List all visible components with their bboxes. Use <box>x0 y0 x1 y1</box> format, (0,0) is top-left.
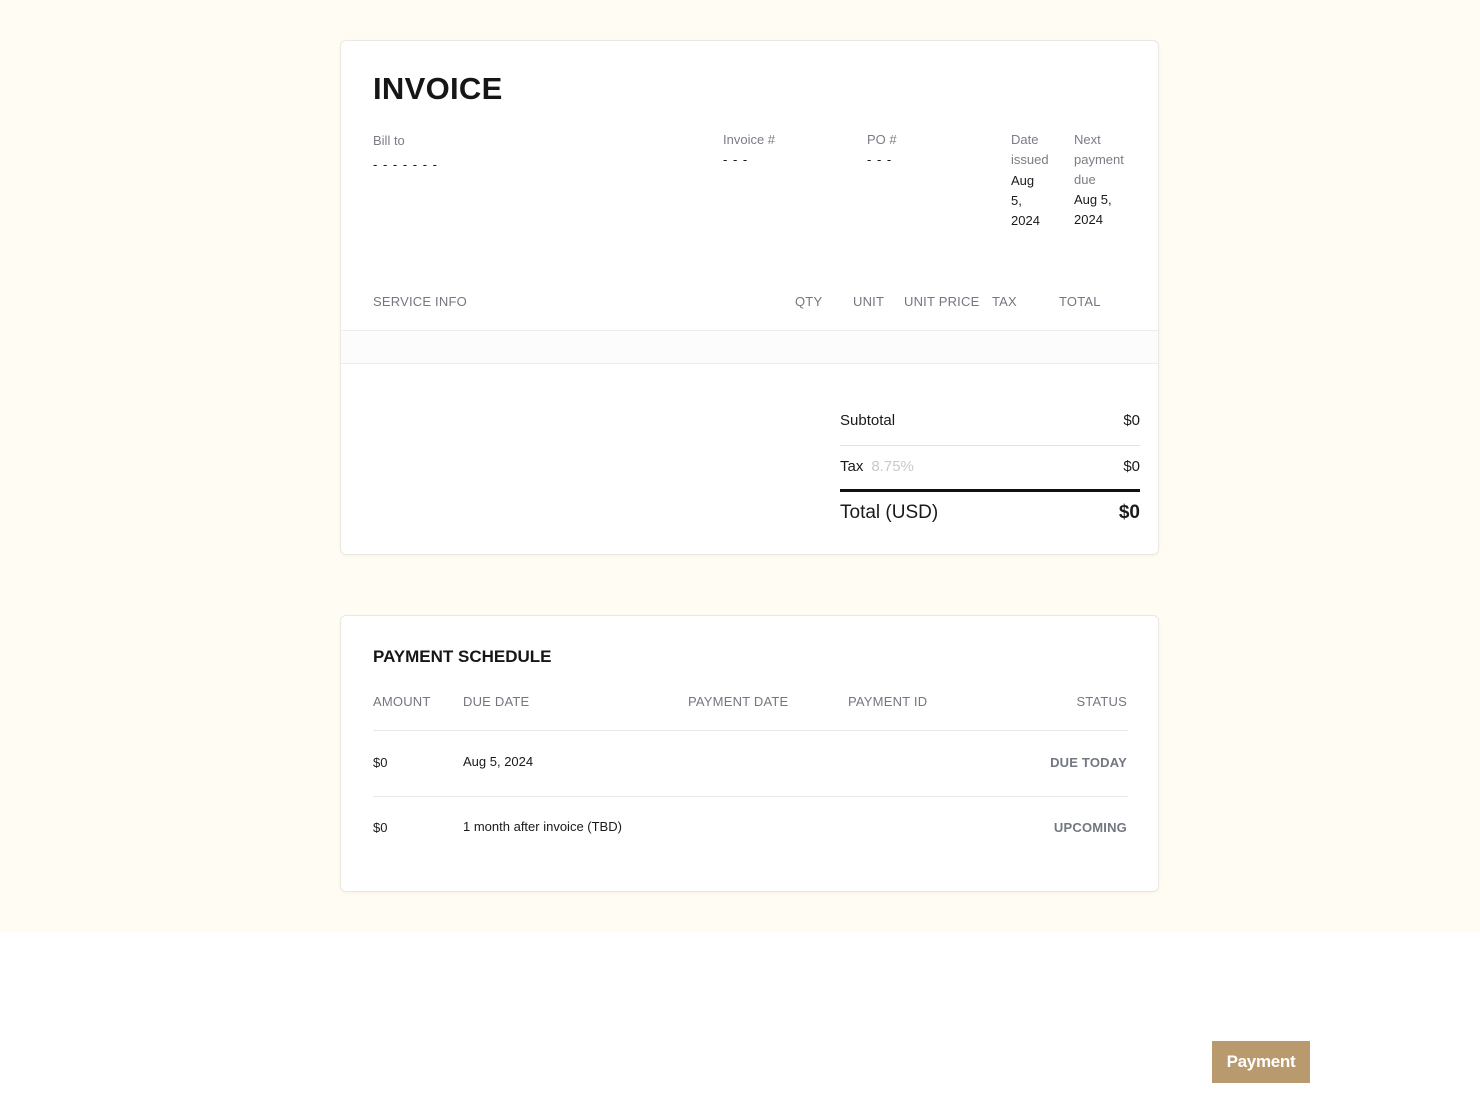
next-due-value-line-2: 2024 <box>1074 212 1103 227</box>
bill-to-label: Bill to <box>373 133 405 148</box>
payment-schedule-card: PAYMENT SCHEDULE AMOUNT DUE DATE PAYMENT… <box>340 615 1159 892</box>
po-number-value[interactable]: - - - <box>867 150 892 170</box>
subtotal-row: Subtotal $0 <box>840 412 1140 446</box>
row-due-date: Aug 5, 2024 <box>463 754 534 769</box>
date-issued-value-line-1: Aug <box>1011 173 1035 188</box>
status-badge: DUE TODAY <box>1050 755 1127 770</box>
next-due-label-line-2: payment <box>1074 152 1124 167</box>
invoice-number-label: Invoice # <box>723 132 776 147</box>
column-unit-price: UNIT PRICE <box>904 294 980 309</box>
payment-button[interactable]: Payment <box>1212 1041 1310 1083</box>
tax-row: Tax 8.75% $0 <box>840 458 1140 492</box>
next-due-label-line-3: due <box>1074 172 1096 187</box>
subtotal-label: Subtotal <box>840 412 896 429</box>
tax-value: $0 <box>1123 458 1140 475</box>
total-value: $0 <box>1118 502 1140 523</box>
column-tax: TAX <box>992 294 1017 309</box>
date-issued-label-line-2: issued <box>1011 152 1049 167</box>
column-payment-id: PAYMENT ID <box>848 694 928 709</box>
bill-to-value[interactable]: - - - - - - - <box>373 155 438 175</box>
column-service-info: SERVICE INFO <box>373 294 467 309</box>
tax-rate-input[interactable]: 8.75% <box>871 458 914 475</box>
column-due-date: DUE DATE <box>463 694 530 709</box>
date-issued: Date issued Aug 5, 2024 <box>1011 130 1049 231</box>
tax-label: Tax <box>840 458 864 475</box>
date-issued-value-line-3: 2024 <box>1011 213 1040 228</box>
line-items-header: SERVICE INFO QTY UNIT UNIT PRICE TAX TOT… <box>341 291 1158 331</box>
date-issued-value-line-2: 5, <box>1011 193 1022 208</box>
next-due-label-line-1: Next <box>1074 132 1101 147</box>
tax-label-group: Tax 8.75% <box>840 458 914 475</box>
column-amount: AMOUNT <box>373 694 431 709</box>
column-status: STATUS <box>1076 694 1127 709</box>
column-unit: UNIT <box>853 294 885 309</box>
table-row[interactable]: $0 Aug 5, 2024 DUE TODAY <box>341 731 1158 796</box>
total-row: Total (USD) $0 <box>840 502 1140 532</box>
invoice-title: INVOICE <box>373 71 503 106</box>
row-due-date: 1 month after invoice (TBD) <box>463 819 622 834</box>
po-number-label: PO # <box>867 132 897 147</box>
line-items-empty-row <box>341 331 1158 364</box>
table-row[interactable]: $0 1 month after invoice (TBD) UPCOMING <box>341 797 1158 862</box>
row-amount: $0 <box>373 755 388 770</box>
invoice-number-value[interactable]: - - - <box>723 150 748 170</box>
next-payment-due: Next payment due Aug 5, 2024 <box>1074 130 1124 230</box>
total-label: Total (USD) <box>840 502 939 523</box>
next-due-value-line-1: Aug 5, <box>1074 192 1112 207</box>
column-payment-date: PAYMENT DATE <box>688 694 789 709</box>
row-amount: $0 <box>373 820 388 835</box>
status-badge: UPCOMING <box>1053 820 1127 835</box>
payment-schedule-title: PAYMENT SCHEDULE <box>373 647 552 666</box>
column-total: TOTAL <box>1059 294 1101 309</box>
column-qty: QTY <box>795 294 823 309</box>
invoice-card: INVOICE Bill to - - - - - - - Invoice # … <box>340 40 1159 555</box>
subtotal-value: $0 <box>1123 412 1140 429</box>
date-issued-label-line-1: Date <box>1011 132 1039 147</box>
